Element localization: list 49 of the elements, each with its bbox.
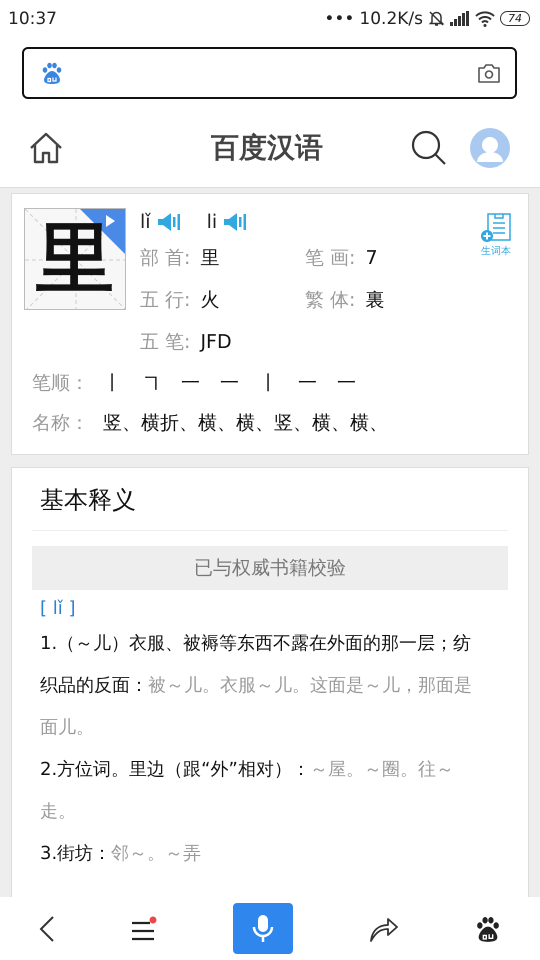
field-value: 裏 xyxy=(365,288,384,313)
field-label: 笔 画: xyxy=(305,246,356,271)
pinyin-text: lǐ xyxy=(140,211,151,233)
character-glyph-tile[interactable]: 里 xyxy=(24,208,126,310)
search-icon[interactable] xyxy=(410,129,448,167)
verified-banner: 已与权威书籍校验 xyxy=(32,546,508,590)
field-value: 里 xyxy=(200,246,220,271)
field-label: 部 首: xyxy=(140,246,190,271)
status-time: 10:37 xyxy=(8,8,57,28)
stroke-glyph: 一 xyxy=(181,371,200,396)
voice-search-button[interactable] xyxy=(232,903,293,954)
stroke-glyph: 一 xyxy=(220,371,239,396)
stroke-glyph: 一 xyxy=(337,371,356,396)
speaker-icon[interactable] xyxy=(223,212,248,232)
field-label: 繁 体: xyxy=(305,288,356,313)
stroke-names-label: 名称： xyxy=(32,411,89,436)
stroke-order-label: 笔顺： xyxy=(32,371,89,396)
more-dots: ••• xyxy=(324,8,354,28)
page-title: 百度汉语 xyxy=(210,130,324,166)
pinyin-text: li xyxy=(206,211,218,233)
menu-icon[interactable] xyxy=(131,916,158,942)
back-icon[interactable] xyxy=(38,914,56,942)
baidu-paw-icon xyxy=(40,61,64,85)
field-label: 五 行: xyxy=(140,288,190,313)
battery-indicator: 74 xyxy=(500,11,530,26)
stroke-glyph: 丨 xyxy=(259,371,278,396)
field-value: 7 xyxy=(365,246,378,271)
wifi-icon xyxy=(475,10,495,26)
stroke-glyph: 丨 xyxy=(103,371,122,396)
notebook-add-icon[interactable] xyxy=(480,212,512,244)
field-label: 五 笔: xyxy=(140,330,190,355)
camera-icon[interactable] xyxy=(477,62,501,84)
search-field[interactable] xyxy=(22,47,517,99)
stroke-glyph: 一 xyxy=(298,371,317,396)
definition-text: 2.方位词。里边（跟“外”相对）：～屋。～圈。往～走。 xyxy=(40,758,455,824)
field-value: JFD xyxy=(200,330,232,355)
network-speed: 10.2K/s xyxy=(359,8,423,28)
speaker-icon[interactable] xyxy=(156,212,181,232)
bell-muted-icon xyxy=(428,10,445,27)
microphone-icon xyxy=(252,914,274,944)
definition-text: 3.街坊：邻～。～弄 xyxy=(40,842,202,866)
pinyin-reading: [ lǐ ] xyxy=(40,598,76,619)
home-icon[interactable] xyxy=(28,131,64,165)
definition-text: 1.（～儿）衣服、被褥等东西不露在外面的那一层；纺织品的反面：被～儿。衣服～儿。这面是～儿，那面是面儿。 xyxy=(40,632,472,740)
field-value: 火 xyxy=(200,288,220,313)
stroke-names: 竖、横折、横、横、竖、横、横、 xyxy=(103,411,388,436)
signal-icon xyxy=(450,11,470,26)
section-title: 基本释义 xyxy=(32,468,508,531)
stroke-glyph: ㇕ xyxy=(142,371,161,396)
